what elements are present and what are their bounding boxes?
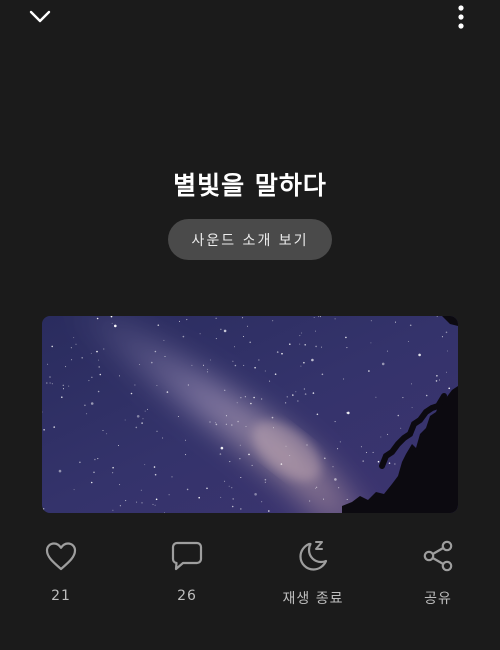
sleep-timer-button[interactable]: 재생 종료 — [268, 538, 358, 610]
comment-button[interactable]: 26 — [142, 538, 232, 610]
sound-intro-button[interactable]: 사운드 소개 보기 — [168, 219, 332, 260]
chevron-down-icon — [29, 10, 51, 23]
sound-title: 별빛을 말하다 — [173, 171, 327, 200]
moon-zzz-icon — [299, 541, 328, 571]
share-label: 공유 — [424, 591, 452, 607]
like-count: 21 — [51, 588, 71, 604]
like-button[interactable]: 21 — [16, 538, 106, 610]
collapse-button[interactable] — [24, 2, 56, 32]
share-button[interactable]: 공유 — [393, 538, 483, 610]
comment-icon — [171, 541, 203, 571]
more-vertical-icon — [458, 5, 464, 29]
milky-way-night-sky-image — [42, 316, 458, 513]
comment-count: 26 — [177, 588, 197, 604]
player-screen: 별빛을 말하다 사운드 소개 보기 21 26 재생 종료 공유 — [0, 0, 500, 650]
top-bar — [0, 0, 500, 40]
cover-image — [42, 316, 458, 513]
more-options-button[interactable] — [446, 2, 476, 32]
sleep-timer-label: 재생 종료 — [282, 591, 344, 607]
share-icon — [423, 540, 453, 572]
heart-icon — [45, 542, 77, 571]
